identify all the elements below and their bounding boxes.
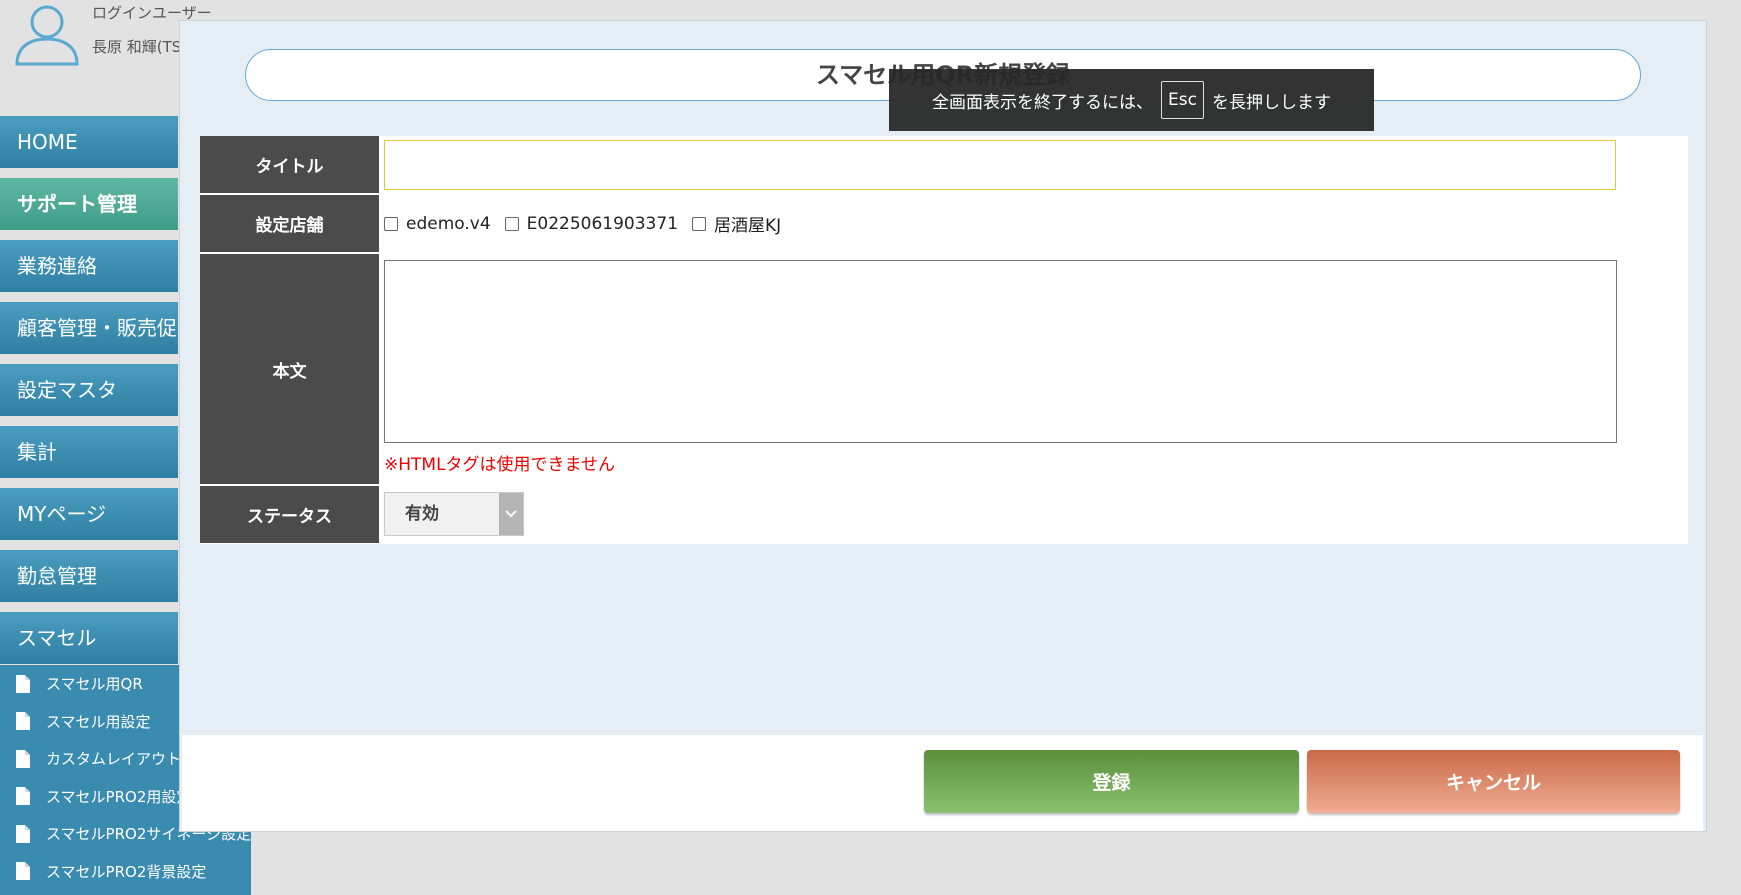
document-icon [16, 712, 30, 731]
sub-item-label: スマセル用設定 [46, 712, 151, 731]
fullscreen-exit-notice: 全画面表示を終了するには、 Esc を長押しします [889, 69, 1374, 131]
sub-item-label: スマセル用QR [46, 675, 143, 694]
store-checkbox-izakaya[interactable] [692, 216, 707, 231]
cancel-button[interactable]: キャンセル [1307, 750, 1680, 813]
notice-text-after: を長押しします [1211, 92, 1331, 113]
body-label: 本文 [200, 254, 379, 484]
nav-item-attendance[interactable]: 勤怠管理 [0, 550, 178, 602]
sub-item-label: カスタムレイアウト [46, 750, 182, 769]
form-row-stores: 設定店舗 edemo.v4 E0225061903371 居酒屋KJ [200, 195, 1688, 252]
document-icon [16, 824, 30, 843]
nav-item-settings-master[interactable]: 設定マスタ [0, 364, 178, 416]
sub-item-label: スマセルPRO2背景設定 [46, 862, 207, 881]
sub-item-pro2-background[interactable]: スマセルPRO2背景設定 [0, 853, 251, 891]
nav-item-mypage[interactable]: MYページ [0, 488, 178, 540]
document-icon [16, 862, 30, 881]
store-name-edemo: edemo.v4 [406, 213, 491, 234]
document-icon [16, 749, 30, 768]
store-checkbox-edemo[interactable] [384, 216, 398, 231]
store-name-izakaya: 居酒屋KJ [714, 216, 782, 236]
notice-text-before: 全画面表示を終了するには、 [932, 92, 1154, 113]
store-checkbox-group: edemo.v4 E0225061903371 居酒屋KJ [384, 195, 795, 252]
document-icon [16, 674, 30, 693]
nav-item-smacell[interactable]: スマセル [0, 612, 178, 664]
stores-label: 設定店舗 [200, 195, 379, 252]
status-label: ステータス [200, 486, 379, 543]
document-icon [16, 787, 30, 806]
form-row-title: タイトル [200, 136, 1688, 193]
title-input[interactable] [384, 140, 1616, 190]
form-row-body: 本文 ※HTMLタグは使用できません [200, 254, 1688, 484]
sidebar-nav: HOME サポート管理 業務連絡 顧客管理・販売促 設定マスタ 集計 MYページ… [0, 116, 178, 674]
register-form: タイトル 設定店舗 edemo.v4 E0225061903371 居酒屋KJ … [200, 136, 1688, 544]
store-checkbox-e0225[interactable] [504, 216, 519, 231]
nav-item-business[interactable]: 業務連絡 [0, 240, 178, 292]
body-textarea[interactable] [384, 260, 1617, 443]
nav-item-customer[interactable]: 顧客管理・販売促 [0, 302, 178, 354]
register-modal: スマセル用QR新規登録 全画面表示を終了するには、 Esc を長押しします タイ… [179, 20, 1707, 832]
user-avatar-icon [15, 5, 79, 66]
esc-key-badge: Esc [1161, 81, 1204, 119]
store-name-e0225: E0225061903371 [526, 213, 679, 234]
login-user-name: 長原 和輝(TS [92, 38, 182, 56]
status-select[interactable]: 有効 [384, 492, 524, 536]
modal-footer: 登録 キャンセル [182, 735, 1703, 831]
sub-item-label: スマセルPRO2用設定 [46, 787, 192, 806]
nav-item-aggregate[interactable]: 集計 [0, 426, 178, 478]
nav-item-support[interactable]: サポート管理 [0, 178, 178, 230]
register-button[interactable]: 登録 [924, 750, 1299, 813]
title-label: タイトル [200, 136, 379, 193]
form-row-status: ステータス 有効 [200, 486, 1688, 543]
html-tag-note: ※HTMLタグは使用できません [384, 455, 616, 475]
nav-item-home[interactable]: HOME [0, 116, 178, 168]
chevron-down-icon [499, 493, 523, 535]
status-selected-value: 有効 [405, 504, 439, 524]
